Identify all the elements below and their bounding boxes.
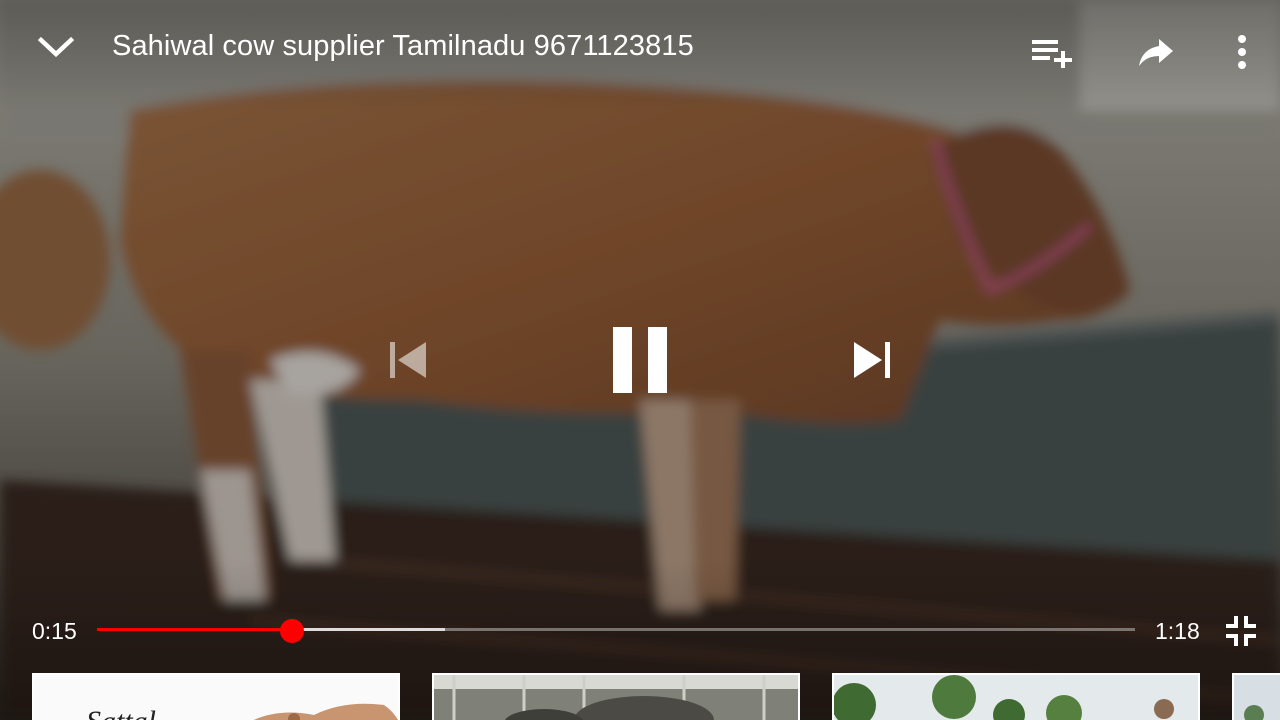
related-video-thumbnail[interactable]: [1232, 673, 1280, 720]
related-video-thumbnail[interactable]: Sattal: [32, 673, 400, 720]
current-time: 0:15: [32, 618, 77, 644]
skip-previous-icon[interactable]: [380, 330, 436, 390]
thumbnail-text: Sattal: [86, 705, 156, 720]
video-title: Sahiwal cow supplier Tamilnadu 967112381…: [112, 30, 694, 62]
chevron-down-icon[interactable]: [28, 24, 84, 72]
more-vert-icon[interactable]: [1220, 28, 1264, 76]
pause-icon[interactable]: [600, 318, 680, 402]
share-icon[interactable]: [1128, 28, 1184, 76]
playlist-add-icon[interactable]: [1024, 28, 1080, 76]
fullscreen-exit-icon[interactable]: [1218, 608, 1264, 654]
seek-handle[interactable]: [280, 619, 305, 643]
skip-next-icon[interactable]: [844, 330, 900, 390]
seek-bar[interactable]: [97, 619, 1135, 643]
total-time: 1:18: [1155, 618, 1200, 644]
player-top-bar: Sahiwal cow supplier Tamilnadu 967112381…: [0, 0, 1280, 96]
related-video-thumbnail[interactable]: [832, 673, 1200, 720]
seek-played: [97, 628, 293, 631]
related-video-thumbnail[interactable]: [432, 673, 800, 720]
